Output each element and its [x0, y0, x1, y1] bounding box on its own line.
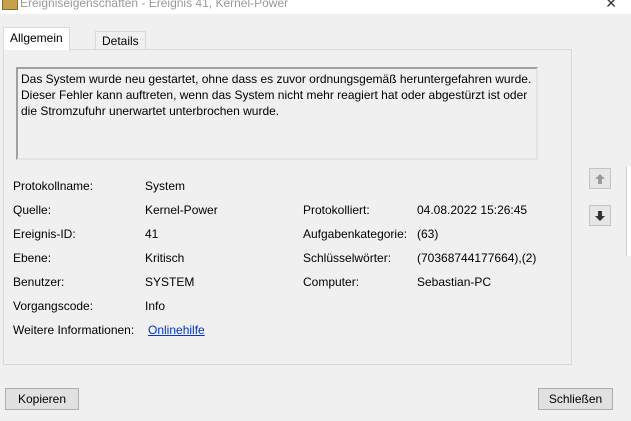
tab-allgemein[interactable]: Allgemein — [3, 27, 70, 50]
next-event-button[interactable] — [589, 205, 611, 226]
label-quelle: Quelle: — [13, 203, 52, 217]
arrow-down-icon — [595, 210, 605, 221]
label-schluesselwoerter: Schlüsselwörter: — [303, 251, 392, 265]
value-protokolliert: 04.08.2022 15:26:45 — [417, 203, 528, 217]
value-benutzer: SYSTEM — [145, 275, 195, 289]
description-box[interactable]: Das System wurde neu gestartet, ohne das… — [16, 67, 538, 160]
label-protokolliert: Protokolliert: — [303, 203, 370, 217]
label-ebene: Ebene: — [13, 251, 52, 265]
window-title: Ereigniseigenschaften - Ereignis 41, Ker… — [20, 0, 289, 10]
value-ereignis-id: 41 — [145, 227, 159, 241]
close-button[interactable]: Schließen — [538, 388, 613, 410]
label-computer: Computer: — [303, 275, 360, 289]
value-computer: Sebastian-PC — [417, 275, 492, 289]
value-schluesselwoerter: (70368744177664),(2) — [417, 251, 537, 265]
value-ebene: Kritisch — [145, 251, 185, 265]
label-vorgangscode: Vorgangscode: — [13, 299, 94, 313]
label-benutzer: Benutzer: — [13, 275, 65, 289]
value-protokollname: System — [145, 179, 186, 193]
event-viewer-icon — [2, 0, 18, 10]
arrow-up-icon — [595, 173, 605, 184]
value-aufgabenkategorie: (63) — [417, 227, 439, 241]
general-panel: Das System wurde neu gestartet, ohne das… — [3, 49, 572, 365]
tab-details[interactable]: Details — [95, 31, 146, 50]
onlinehilfe-link[interactable]: Onlinehilfe — [148, 323, 205, 337]
previous-event-button[interactable] — [589, 168, 611, 189]
background-window-edge — [626, 166, 631, 256]
label-protokollname: Protokollname: — [13, 179, 94, 193]
label-aufgabenkategorie: Aufgabenkategorie: — [303, 227, 408, 241]
close-icon[interactable]: ✕ — [605, 0, 617, 12]
value-quelle: Kernel-Power — [145, 203, 218, 217]
copy-button[interactable]: Kopieren — [5, 388, 79, 410]
title-bar: Ereigniseigenschaften - Ereignis 41, Ker… — [0, 0, 631, 14]
value-vorgangscode: Info — [145, 299, 166, 313]
label-ereignis-id: Ereignis-ID: — [13, 227, 76, 241]
label-weitere-informationen: Weitere Informationen: — [13, 323, 135, 337]
